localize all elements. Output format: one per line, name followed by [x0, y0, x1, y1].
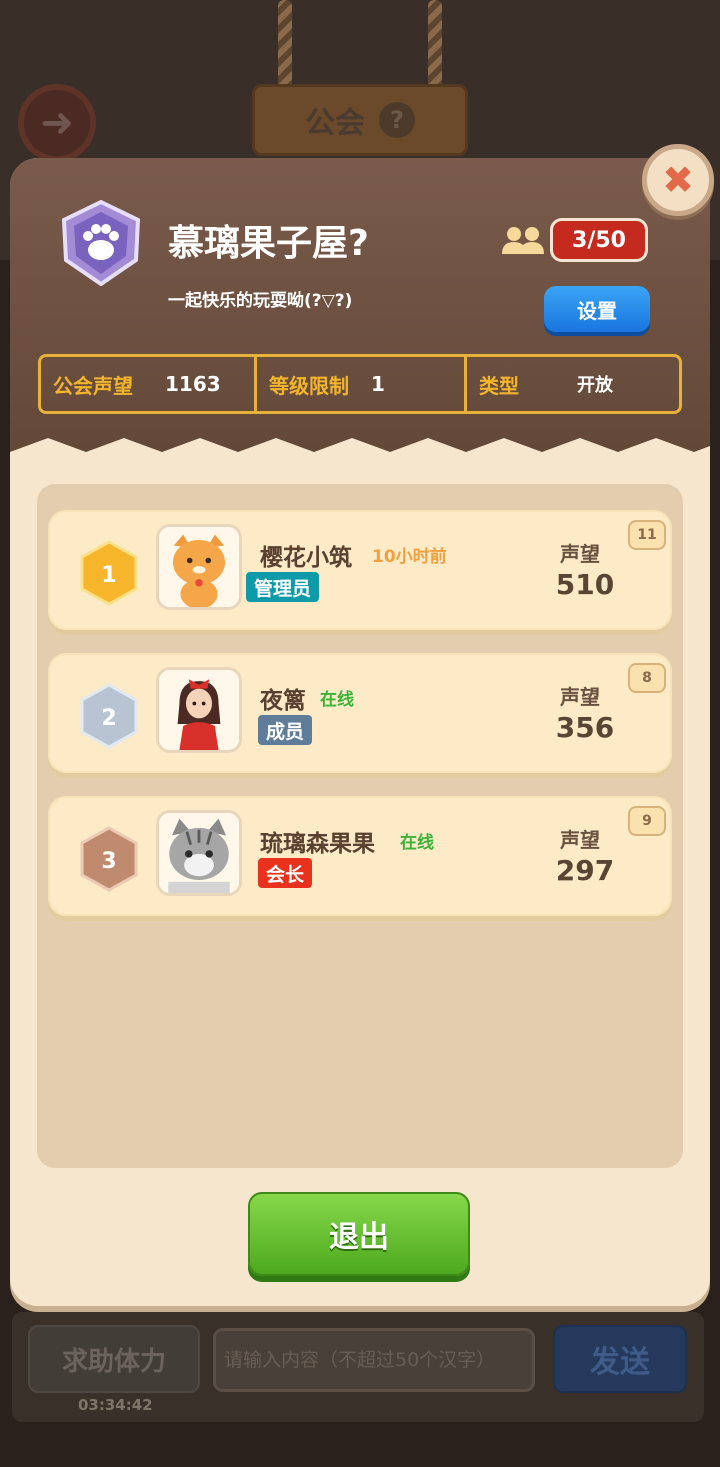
stat-level-limit: 等级限制 1 — [257, 357, 467, 411]
title-sign: 公会 ? — [252, 84, 468, 156]
member-status: 10小时前 — [372, 547, 447, 567]
back-button[interactable]: ➜ — [18, 84, 96, 162]
send-button[interactable]: 发送 — [553, 1325, 687, 1393]
stat-label: 类型 — [479, 373, 519, 398]
rank-bronze-hex-icon: 3 — [80, 826, 138, 892]
guild-stats-bar: 公会声望 1163 等级限制 1 类型 开放 — [38, 354, 682, 414]
guild-name: 慕璃果子屋? — [168, 223, 369, 264]
orange-cat-avatar-icon — [159, 527, 239, 607]
reputation-value: 510 — [555, 568, 615, 601]
chat-input[interactable] — [213, 1328, 535, 1392]
rank-number: 1 — [101, 563, 116, 588]
page-title: 公会 — [305, 106, 365, 141]
rank-number: 2 — [101, 706, 116, 731]
stat-value: 1163 — [165, 372, 221, 396]
avatar[interactable] — [156, 524, 242, 610]
reputation-value: 297 — [555, 854, 615, 887]
reputation-label: 声望 — [560, 542, 600, 566]
rank-number: 3 — [101, 849, 116, 874]
stat-reputation: 公会声望 1163 — [41, 357, 257, 411]
zigzag-divider — [10, 438, 710, 464]
member-row[interactable]: 3 琉璃森果果 在线 会长 声望 297 9 — [48, 796, 672, 916]
guild-description: 一起快乐的玩耍呦(?▽?) — [168, 291, 353, 311]
member-count-badge: 3/50 — [550, 218, 648, 262]
avatar[interactable] — [156, 810, 242, 896]
member-row[interactable]: 2 夜篱 在线 成员 声望 356 8 — [48, 653, 672, 773]
member-status: 在线 — [320, 690, 354, 710]
cooldown-timer: 03:34:42 — [78, 1396, 153, 1414]
stat-value: 开放 — [577, 375, 613, 396]
rank-silver-hex-icon: 2 — [80, 683, 138, 749]
sign-rope-left — [278, 0, 292, 92]
member-name: 夜篱 — [260, 688, 306, 714]
close-icon: ✖ — [662, 158, 694, 202]
stat-label: 等级限制 — [269, 373, 349, 398]
arrow-left-icon: ➜ — [40, 100, 74, 146]
grey-cat-avatar-icon — [159, 813, 239, 893]
exit-guild-button[interactable]: 退出 — [248, 1192, 470, 1276]
level-badge: 8 — [628, 663, 666, 693]
rank-gold-hex-icon: 1 — [80, 540, 138, 606]
close-button[interactable]: ✖ — [642, 144, 714, 216]
settings-button[interactable]: 设置 — [544, 286, 650, 332]
role-badge: 成员 — [258, 715, 313, 745]
reputation-value: 356 — [555, 711, 615, 744]
sign-rope-right — [428, 0, 442, 92]
role-badge: 管理员 — [246, 572, 320, 602]
guild-paw-badge-icon — [61, 200, 141, 286]
avatar[interactable] — [156, 667, 242, 753]
member-name: 琉璃森果果 — [260, 831, 375, 857]
level-badge: 11 — [628, 520, 666, 550]
stat-label: 公会声望 — [53, 373, 133, 398]
member-status: 在线 — [400, 833, 434, 853]
stat-value: 1 — [371, 372, 385, 396]
reputation-label: 声望 — [560, 685, 600, 709]
help-icon[interactable]: ? — [379, 102, 415, 138]
member-row[interactable]: 1 樱花小筑 10小时前 管理员 声望 510 11 — [48, 510, 672, 630]
request-stamina-button[interactable]: 求助体力 — [28, 1325, 200, 1393]
members-icon — [502, 227, 544, 254]
member-name: 樱花小筑 — [260, 545, 352, 571]
stat-type: 类型 开放 — [467, 357, 679, 411]
role-badge: 会长 — [258, 858, 313, 888]
reputation-label: 声望 — [560, 828, 600, 852]
girl-avatar-icon — [159, 670, 239, 750]
level-badge: 9 — [628, 806, 666, 836]
